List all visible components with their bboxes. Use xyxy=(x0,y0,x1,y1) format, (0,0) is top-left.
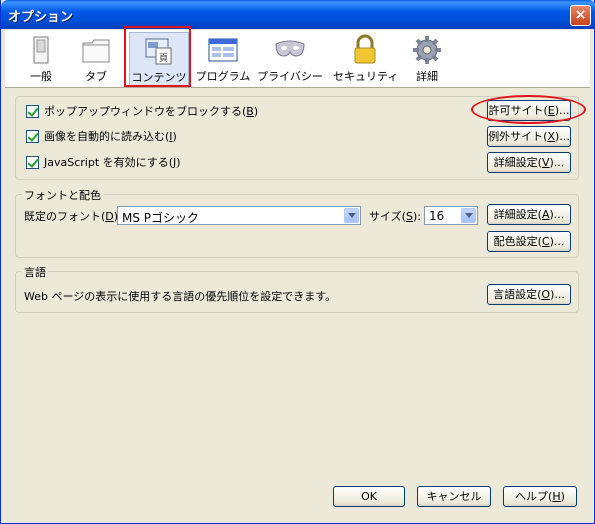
tab-privacy-label: プライバシー xyxy=(257,70,323,83)
category-toolbar: 一般 タブ 頁 コンテンツ プログラム プライバシー セキュリティ 詳細 xyxy=(5,30,590,88)
default-font-select[interactable]: MS Pゴシック xyxy=(117,206,361,225)
fonts-colors-group: フォントと配色 既定のフォント(D): MS Pゴシック サイズ(S): 16 … xyxy=(15,187,579,258)
window-title: オプション xyxy=(8,10,74,25)
close-button[interactable]: × xyxy=(570,5,591,26)
font-size-value: 16 xyxy=(429,209,445,223)
load-images-checkbox[interactable]: 画像を自動的に読み込む(I) xyxy=(26,128,177,144)
allowed-sites-highlight xyxy=(471,95,586,124)
tab-tabs[interactable]: タブ xyxy=(73,32,119,86)
default-font-value: MS Pゴシック xyxy=(122,211,200,225)
tab-advanced-label: 詳細 xyxy=(416,70,438,83)
colors-button[interactable]: 配色設定(C)... xyxy=(487,231,571,252)
programs-icon xyxy=(208,38,238,62)
options-dialog: オプション × 一般 タブ 頁 コンテンツ プログラム プライバシー セキュリテ… xyxy=(0,0,595,524)
checkbox-checked-icon[interactable] xyxy=(26,129,39,143)
switch-icon xyxy=(33,36,49,64)
tab-general[interactable]: 一般 xyxy=(21,32,61,86)
languages-title: 言語 xyxy=(22,264,48,280)
checkbox-checked-icon[interactable] xyxy=(26,104,39,118)
tab-security-label: セキュリティ xyxy=(333,70,399,83)
enable-javascript-checkbox[interactable]: JavaScript を有効にする(J) xyxy=(26,154,181,170)
chevron-down-icon[interactable] xyxy=(461,208,476,223)
tab-tabs-label: タブ xyxy=(85,70,107,83)
mask-icon xyxy=(275,40,305,57)
size-label: サイズ(S): xyxy=(369,210,421,223)
tab-general-label: 一般 xyxy=(30,70,52,83)
tab-programs-label: プログラム xyxy=(195,70,251,83)
lock-icon xyxy=(354,34,376,64)
help-button[interactable]: ヘルプ(H) xyxy=(503,486,577,507)
tab-advanced[interactable]: 詳細 xyxy=(407,32,447,86)
content-advanced-button[interactable]: 詳細設定(V)... xyxy=(487,152,571,173)
tab-security[interactable]: セキュリティ xyxy=(333,32,399,86)
chevron-down-icon[interactable] xyxy=(344,208,359,223)
default-font-label: 既定のフォント(D): xyxy=(24,210,122,223)
tab-programs[interactable]: プログラム xyxy=(195,32,251,86)
gear-icon xyxy=(413,36,441,64)
exception-sites-button[interactable]: 例外サイト(X)... xyxy=(487,126,571,147)
fonts-colors-title: フォントと配色 xyxy=(22,187,103,203)
language-settings-button[interactable]: 言語設定(O)... xyxy=(487,284,571,305)
languages-group: 言語 Web ページの表示に使用する言語の優先順位を設定できます。 言語設定(O… xyxy=(15,264,579,313)
ok-button[interactable]: OK xyxy=(333,486,405,507)
languages-description: Web ページの表示に使用する言語の優先順位を設定できます。 xyxy=(24,290,337,303)
tab-privacy[interactable]: プライバシー xyxy=(257,32,323,86)
title-bar[interactable]: オプション × xyxy=(1,0,595,29)
selected-tab-highlight xyxy=(124,26,191,87)
block-popups-checkbox[interactable]: ポップアップウィンドウをブロックする(B) xyxy=(26,103,258,119)
folder-tabs-icon xyxy=(82,39,110,63)
font-size-select[interactable]: 16 xyxy=(424,206,478,225)
checkbox-checked-icon[interactable] xyxy=(26,155,39,169)
cancel-button[interactable]: キャンセル xyxy=(417,486,491,507)
font-advanced-button[interactable]: 詳細設定(A)... xyxy=(487,204,571,225)
